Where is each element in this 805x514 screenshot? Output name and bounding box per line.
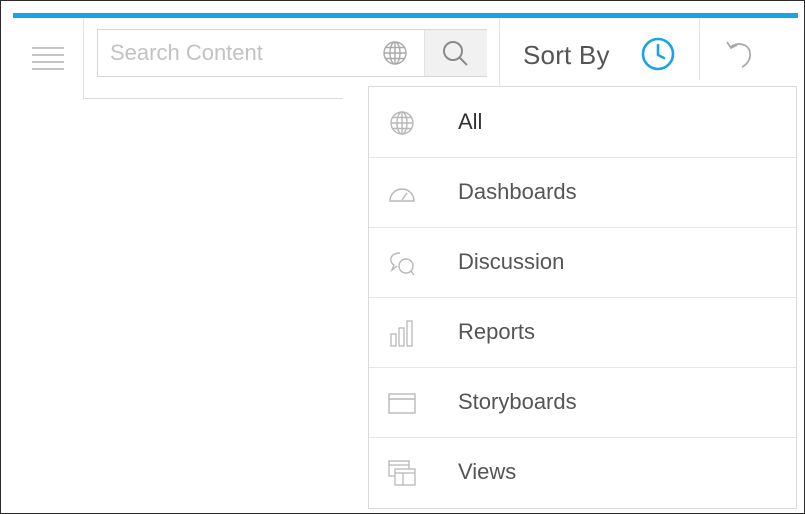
menu-item-dashboards[interactable]: Dashboards <box>369 157 796 228</box>
undo-button[interactable] <box>700 18 780 80</box>
bar-chart-icon <box>390 320 413 347</box>
views-icon <box>388 460 416 486</box>
globe-icon <box>390 111 414 135</box>
menu-item-label: Views <box>458 459 517 484</box>
menu-item-reports[interactable]: Reports <box>369 297 796 368</box>
sort-by-button[interactable]: Sort By <box>500 18 699 80</box>
divider <box>83 98 343 99</box>
menu-button[interactable] <box>13 18 84 100</box>
content-type-menu: All Dashboards Discussion Reports Storyb… <box>368 86 797 509</box>
clock-icon <box>641 37 675 71</box>
search-button[interactable] <box>424 30 487 76</box>
menu-item-discussion[interactable]: Discussion <box>369 227 796 298</box>
menu-item-views[interactable]: Views <box>369 437 796 507</box>
menu-item-label: All <box>458 109 483 134</box>
undo-icon <box>726 41 752 68</box>
menu-item-storyboards[interactable]: Storyboards <box>369 367 796 438</box>
menu-item-label: Discussion <box>458 249 565 274</box>
menu-item-label: Storyboards <box>458 389 577 414</box>
menu-item-label: Reports <box>458 319 536 344</box>
gauge-icon <box>389 188 415 202</box>
search-input[interactable] <box>98 30 380 76</box>
hamburger-icon <box>32 47 64 70</box>
sort-by-label: Sort By <box>523 40 610 70</box>
globe-icon[interactable] <box>382 40 408 66</box>
chat-bubbles-icon <box>390 252 415 276</box>
window-frame: Sort By <box>0 0 805 514</box>
menu-item-label: Dashboards <box>458 179 577 204</box>
search-icon <box>443 41 468 66</box>
search-box <box>97 29 487 77</box>
storyboard-icon <box>388 393 416 414</box>
menu-item-all[interactable]: All <box>369 87 796 158</box>
